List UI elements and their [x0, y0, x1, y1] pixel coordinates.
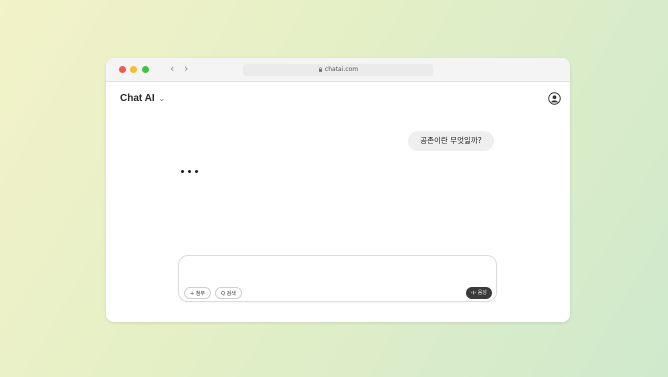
user-avatar-icon[interactable] [548, 92, 561, 105]
typing-dot [181, 170, 184, 173]
back-button[interactable]: ‹ [170, 62, 174, 76]
url-text: chatai.com [324, 66, 359, 73]
minimize-window-button[interactable] [130, 66, 137, 73]
maximize-window-button[interactable] [142, 66, 149, 73]
voice-button[interactable]: 음성 [466, 287, 492, 299]
browser-titlebar: ‹ › chatai.com [106, 58, 570, 82]
model-selector[interactable]: Chat AI ⌄ [120, 93, 165, 104]
waveform-icon [471, 290, 476, 294]
app-title-text: Chat AI [120, 93, 155, 104]
browser-window: ‹ › chatai.com Chat AI ⌄ 공존이란 무엇일까? + 첨부… [106, 58, 570, 322]
lock-icon [318, 66, 322, 72]
attach-button[interactable]: + 첨부 [184, 287, 211, 299]
typing-dot [195, 170, 198, 173]
forward-button[interactable]: › [184, 62, 188, 76]
search-button[interactable]: Q 검색 [215, 287, 242, 299]
message-composer[interactable]: + 첨부 Q 검색 음성 [178, 255, 497, 302]
address-bar[interactable]: chatai.com [243, 64, 433, 76]
typing-dot [188, 170, 191, 173]
user-message-bubble: 공존이란 무엇일까? [408, 131, 494, 151]
chevron-down-icon: ⌄ [158, 94, 166, 103]
voice-button-label: 음성 [477, 290, 487, 296]
close-window-button[interactable] [119, 66, 126, 73]
